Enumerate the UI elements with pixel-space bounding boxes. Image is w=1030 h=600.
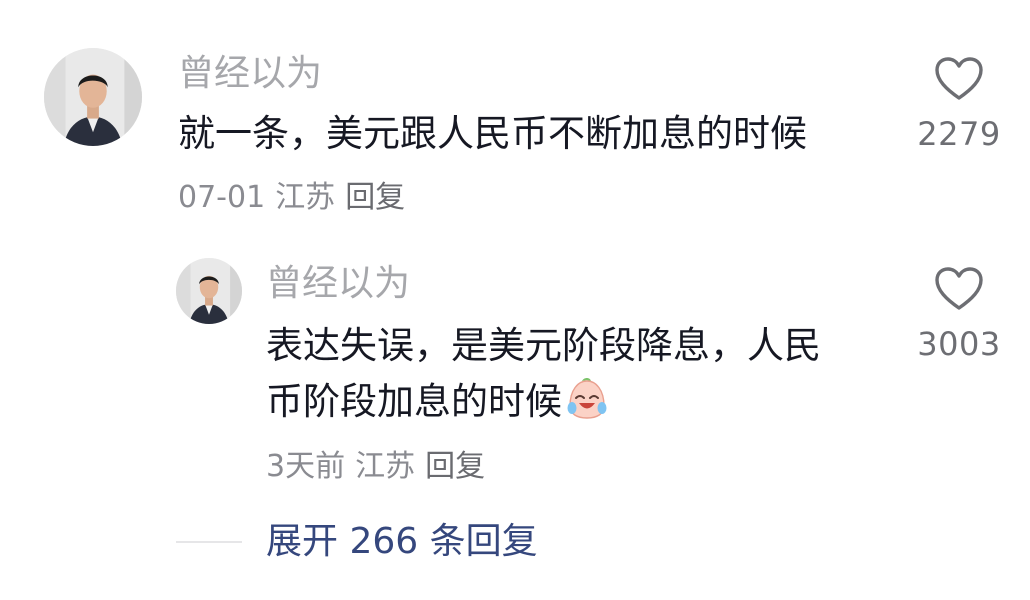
avatar[interactable] bbox=[44, 48, 142, 146]
like-count: 3003 bbox=[917, 325, 1001, 363]
reply-text-line: 币阶段加息的时候 bbox=[266, 380, 562, 423]
reply-text-line-2: 币阶段加息的时候 bbox=[266, 374, 821, 430]
reply-text: 表达失误，是美元阶段降息，人民 币阶段加息的时候 bbox=[266, 318, 821, 430]
comment-text: 就一条，美元跟人民币不断加息的时候 bbox=[178, 112, 807, 155]
reply-username[interactable]: 曾经以为 bbox=[266, 264, 410, 304]
reply-button[interactable]: 回复 bbox=[425, 449, 485, 484]
avatar[interactable] bbox=[176, 258, 242, 324]
profile-photo-icon bbox=[176, 258, 242, 324]
comment-meta: 07-01 江苏 回复 bbox=[178, 180, 415, 216]
like-count: 2279 bbox=[917, 115, 1001, 153]
crying-laughing-emoji-icon bbox=[567, 378, 607, 419]
expand-divider bbox=[176, 541, 242, 543]
heart-outline-icon[interactable] bbox=[934, 266, 984, 312]
like-group: 3003 bbox=[904, 266, 1014, 362]
reply-text-line: 表达失误，是美元阶段降息，人民 bbox=[266, 324, 821, 367]
reply-button[interactable]: 回复 bbox=[345, 180, 405, 215]
expand-replies-button[interactable]: 展开 266 条回复 bbox=[266, 520, 538, 564]
reply-meta: 3天前 江苏 回复 bbox=[266, 449, 495, 485]
comment-date: 07-01 bbox=[178, 180, 266, 215]
heart-outline-icon[interactable] bbox=[934, 56, 984, 102]
reply-date: 3天前 bbox=[266, 449, 346, 484]
reply-location: 江苏 bbox=[355, 449, 416, 484]
comment-location: 江苏 bbox=[275, 180, 336, 215]
profile-photo-icon bbox=[44, 48, 142, 146]
comment-username[interactable]: 曾经以为 bbox=[178, 54, 322, 94]
like-group: 2279 bbox=[904, 56, 1014, 152]
